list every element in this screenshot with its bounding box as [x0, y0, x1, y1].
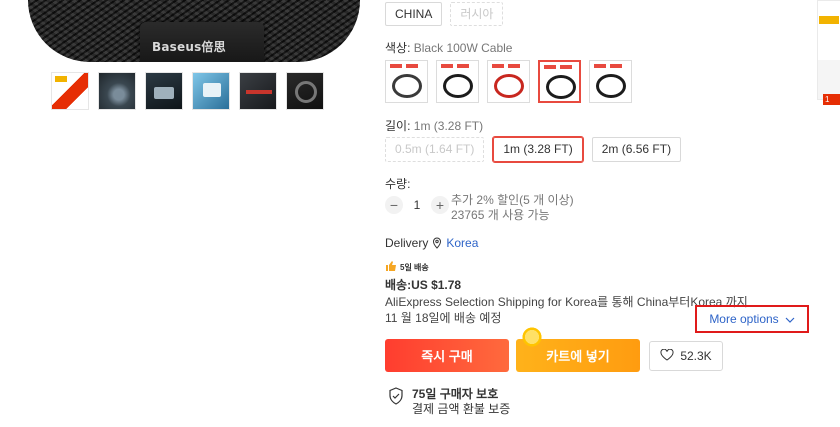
- length-selected-value: 1m (3.28 FT): [413, 119, 484, 133]
- thumbnail-2[interactable]: [98, 72, 136, 110]
- thumbnail-1[interactable]: [51, 72, 89, 110]
- buyer-protection: 75일 구매자 보호 결제 금액 환불 보증: [388, 387, 510, 417]
- wishlist-count: 52.3K: [680, 349, 712, 363]
- swatch-tag: [406, 64, 418, 68]
- main-product-image[interactable]: Baseus倍思: [28, 0, 360, 62]
- thumbnail-5[interactable]: [239, 72, 277, 110]
- thumbnail-strip: [51, 72, 324, 110]
- swatch-tag: [390, 64, 402, 68]
- quantity-stepper: − 1 +: [385, 196, 449, 214]
- quantity-notes: 추가 2% 할인(5 개 이상) 23765 개 사용 가능: [451, 193, 574, 223]
- shipping-price: 배송:US $1.78: [385, 278, 462, 292]
- color-label: 색상:: [385, 41, 411, 55]
- location-pin-icon: [432, 237, 442, 249]
- ship-from-russia[interactable]: 러시아: [450, 2, 504, 26]
- recommended-product-price: 1: [823, 94, 840, 105]
- swatch-tag: [508, 64, 520, 68]
- thumbs-up-icon: [385, 261, 397, 273]
- delivery-label: Delivery: [385, 236, 429, 250]
- swatch-tag: [492, 64, 504, 68]
- quantity-decrease-button[interactable]: −: [385, 196, 403, 214]
- color-swatch-3[interactable]: [487, 60, 530, 103]
- cable-coil: [596, 74, 626, 98]
- length-option-2m[interactable]: 2m (6.56 FT): [591, 137, 682, 162]
- ship-from-china[interactable]: CHINA: [385, 2, 443, 26]
- length-option-1m[interactable]: 1m (3.28 FT): [492, 136, 584, 163]
- wishlist-button[interactable]: 52.3K: [649, 341, 723, 371]
- swatch-tag: [544, 65, 556, 69]
- more-options-label: More options: [709, 312, 779, 326]
- more-options-button[interactable]: More options: [695, 305, 809, 333]
- brand-logo-text: Baseus倍思: [152, 40, 226, 54]
- cable-coil: [443, 74, 473, 98]
- delivery-destination-link[interactable]: Korea: [446, 236, 478, 250]
- heart-icon: [660, 348, 674, 364]
- thumbnail-3[interactable]: [145, 72, 183, 110]
- color-swatches: [385, 60, 632, 103]
- length-options: 0.5m (1.64 FT) 1m (3.28 FT) 2m (6.56 FT): [385, 136, 682, 163]
- estimated-delivery-date: 11 월 18일에 배송 예정: [385, 311, 502, 325]
- quantity-label: 수량:: [385, 177, 411, 191]
- swatch-tag: [457, 64, 469, 68]
- shipping-description: AliExpress Selection Shipping for Korea를…: [385, 294, 748, 326]
- length-label: 길이:: [385, 119, 411, 133]
- swatch-tag: [594, 64, 606, 68]
- color-selected-value: Black 100W Cable: [413, 41, 513, 55]
- swatch-tag: [560, 65, 572, 69]
- buyer-protection-subtitle: 결제 금액 환불 보증: [412, 402, 511, 416]
- bulk-discount-note: 추가 2% 할인(5 개 이상): [451, 193, 574, 207]
- recommended-product-image: [817, 0, 840, 100]
- thumbnail-6[interactable]: [286, 72, 324, 110]
- color-swatch-1[interactable]: [385, 60, 428, 103]
- buyer-protection-title: 75일 구매자 보호: [412, 387, 499, 401]
- swatch-tag: [441, 64, 453, 68]
- cable-coil: [494, 74, 524, 98]
- quantity-value[interactable]: 1: [403, 198, 431, 212]
- shipping-route: AliExpress Selection Shipping for Korea를…: [385, 295, 748, 309]
- buy-now-button[interactable]: 즉시 구매: [385, 339, 509, 372]
- stock-available-note: 23765 개 사용 가능: [451, 208, 550, 222]
- fast-delivery-badge: 5일 배송: [385, 261, 429, 273]
- recommended-product-card[interactable]: 1: [817, 0, 840, 105]
- cable-coil: [392, 74, 422, 98]
- shield-check-icon: [388, 387, 404, 417]
- fast-delivery-text: 5일 배송: [400, 262, 429, 272]
- cable-coil: [546, 75, 576, 99]
- length-option-0-5m[interactable]: 0.5m (1.64 FT): [385, 137, 485, 162]
- color-swatch-5[interactable]: [589, 60, 632, 103]
- length-label-row: 길이: 1m (3.28 FT): [385, 117, 483, 134]
- color-swatch-4-selected[interactable]: [538, 60, 581, 103]
- color-swatch-2[interactable]: [436, 60, 479, 103]
- delivery-row: Delivery Korea: [385, 236, 478, 250]
- ship-from-options: CHINA 러시아: [385, 2, 504, 26]
- color-label-row: 색상: Black 100W Cable: [385, 39, 512, 56]
- sparkle-icon: [521, 326, 543, 348]
- thumbnail-4[interactable]: [192, 72, 230, 110]
- swatch-tag: [610, 64, 622, 68]
- recommended-product-tag: [819, 16, 839, 24]
- quantity-increase-button[interactable]: +: [431, 196, 449, 214]
- chevron-down-icon: [785, 312, 795, 326]
